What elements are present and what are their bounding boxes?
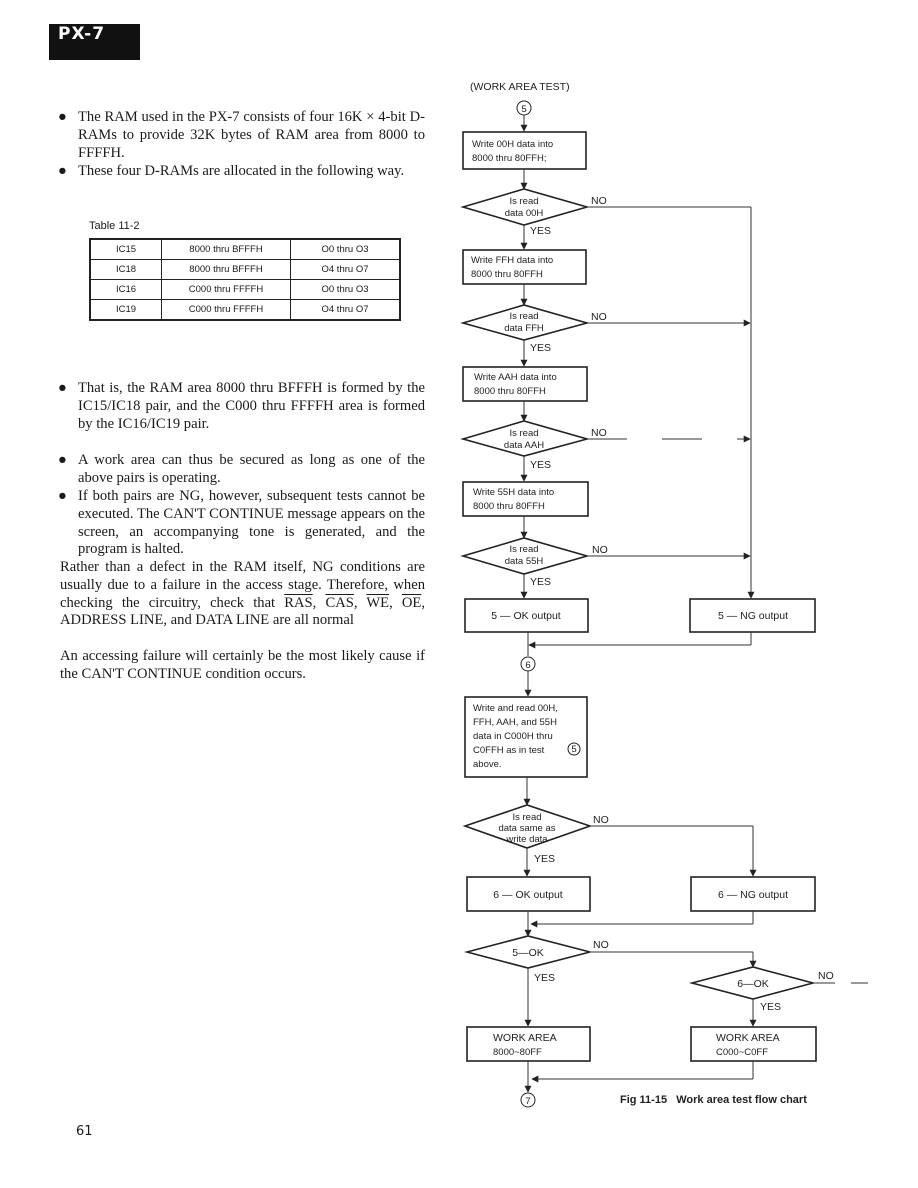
svg-text:NO: NO [591, 311, 607, 323]
svg-text:WORK AREA: WORK AREA [493, 1032, 557, 1044]
svg-text:7: 7 [525, 1096, 530, 1107]
svg-text:NO: NO [818, 970, 834, 982]
svg-text:NO: NO [591, 195, 607, 207]
svg-text:5: 5 [571, 744, 576, 755]
svg-text:data in C000H thru: data in C000H thru [473, 731, 553, 742]
svg-text:data 00H: data 00H [505, 208, 544, 219]
svg-text:Write and read 00H,: Write and read 00H, [473, 703, 558, 714]
svg-text:8000 thru 80FFH: 8000 thru 80FFH [471, 269, 543, 280]
svg-text:data AAH: data AAH [504, 440, 544, 451]
svg-text:8000 thru 80FFH: 8000 thru 80FFH [474, 386, 546, 397]
svg-text:NO: NO [593, 939, 609, 951]
svg-text:YES: YES [530, 225, 551, 237]
svg-text:Is read: Is read [509, 311, 538, 322]
svg-text:5: 5 [521, 104, 526, 115]
svg-text:6 — NG output: 6 — NG output [718, 889, 788, 901]
svg-text:8000 thru 80FFH;: 8000 thru 80FFH; [472, 153, 546, 164]
svg-text:Write FFH data into: Write FFH data into [471, 255, 553, 266]
svg-text:Write AAH data into: Write AAH data into [474, 372, 557, 383]
svg-text:6—OK: 6—OK [737, 978, 769, 990]
svg-text:5 — NG output: 5 — NG output [718, 610, 788, 622]
svg-text:data 55H: data 55H [505, 556, 544, 567]
svg-text:5 — OK output: 5 — OK output [491, 610, 561, 622]
work-area-flowchart: (WORK AREA TEST) 5 Write 00H data into 8… [460, 81, 868, 1108]
svg-text:C0FFH as in test: C0FFH as in test [473, 745, 545, 756]
svg-text:Is read: Is read [509, 544, 538, 555]
svg-text:6: 6 [525, 660, 530, 671]
svg-text:C000~C0FF: C000~C0FF [716, 1047, 768, 1058]
svg-text:5—OK: 5—OK [512, 947, 544, 959]
svg-text:8000 thru 80FFH: 8000 thru 80FFH [473, 501, 545, 512]
svg-text:NO: NO [591, 427, 607, 439]
svg-text:Is read: Is read [509, 428, 538, 439]
page-number: 61 [76, 1124, 93, 1139]
svg-text:Is read: Is read [512, 812, 541, 823]
svg-text:WORK AREA: WORK AREA [716, 1032, 780, 1044]
svg-text:FFH, AAH, and 55H: FFH, AAH, and 55H [473, 717, 557, 728]
decision-read-00h [460, 188, 590, 226]
figure-caption: Fig 11-15 Work area test flow chart [620, 1094, 807, 1106]
svg-text:6 — OK output: 6 — OK output [493, 889, 563, 901]
svg-text:YES: YES [530, 576, 551, 588]
svg-text:data same as: data same as [498, 823, 555, 834]
flowchart-title: (WORK AREA TEST) [470, 81, 570, 93]
svg-text:8000~80FF: 8000~80FF [493, 1047, 542, 1058]
svg-text:write data: write data [505, 834, 548, 845]
svg-text:YES: YES [530, 459, 551, 471]
svg-text:Is read: Is read [509, 196, 538, 207]
svg-text:YES: YES [760, 1001, 781, 1013]
svg-text:Write 55H data into: Write 55H data into [473, 487, 554, 498]
svg-text:NO: NO [592, 544, 608, 556]
svg-text:YES: YES [530, 342, 551, 354]
svg-text:NO: NO [593, 814, 609, 826]
svg-text:Write 00H data into: Write 00H data into [472, 139, 553, 150]
svg-text:YES: YES [534, 853, 555, 865]
svg-text:data FFH: data FFH [504, 323, 544, 334]
svg-text:YES: YES [534, 972, 555, 984]
svg-text:above.: above. [473, 759, 502, 770]
